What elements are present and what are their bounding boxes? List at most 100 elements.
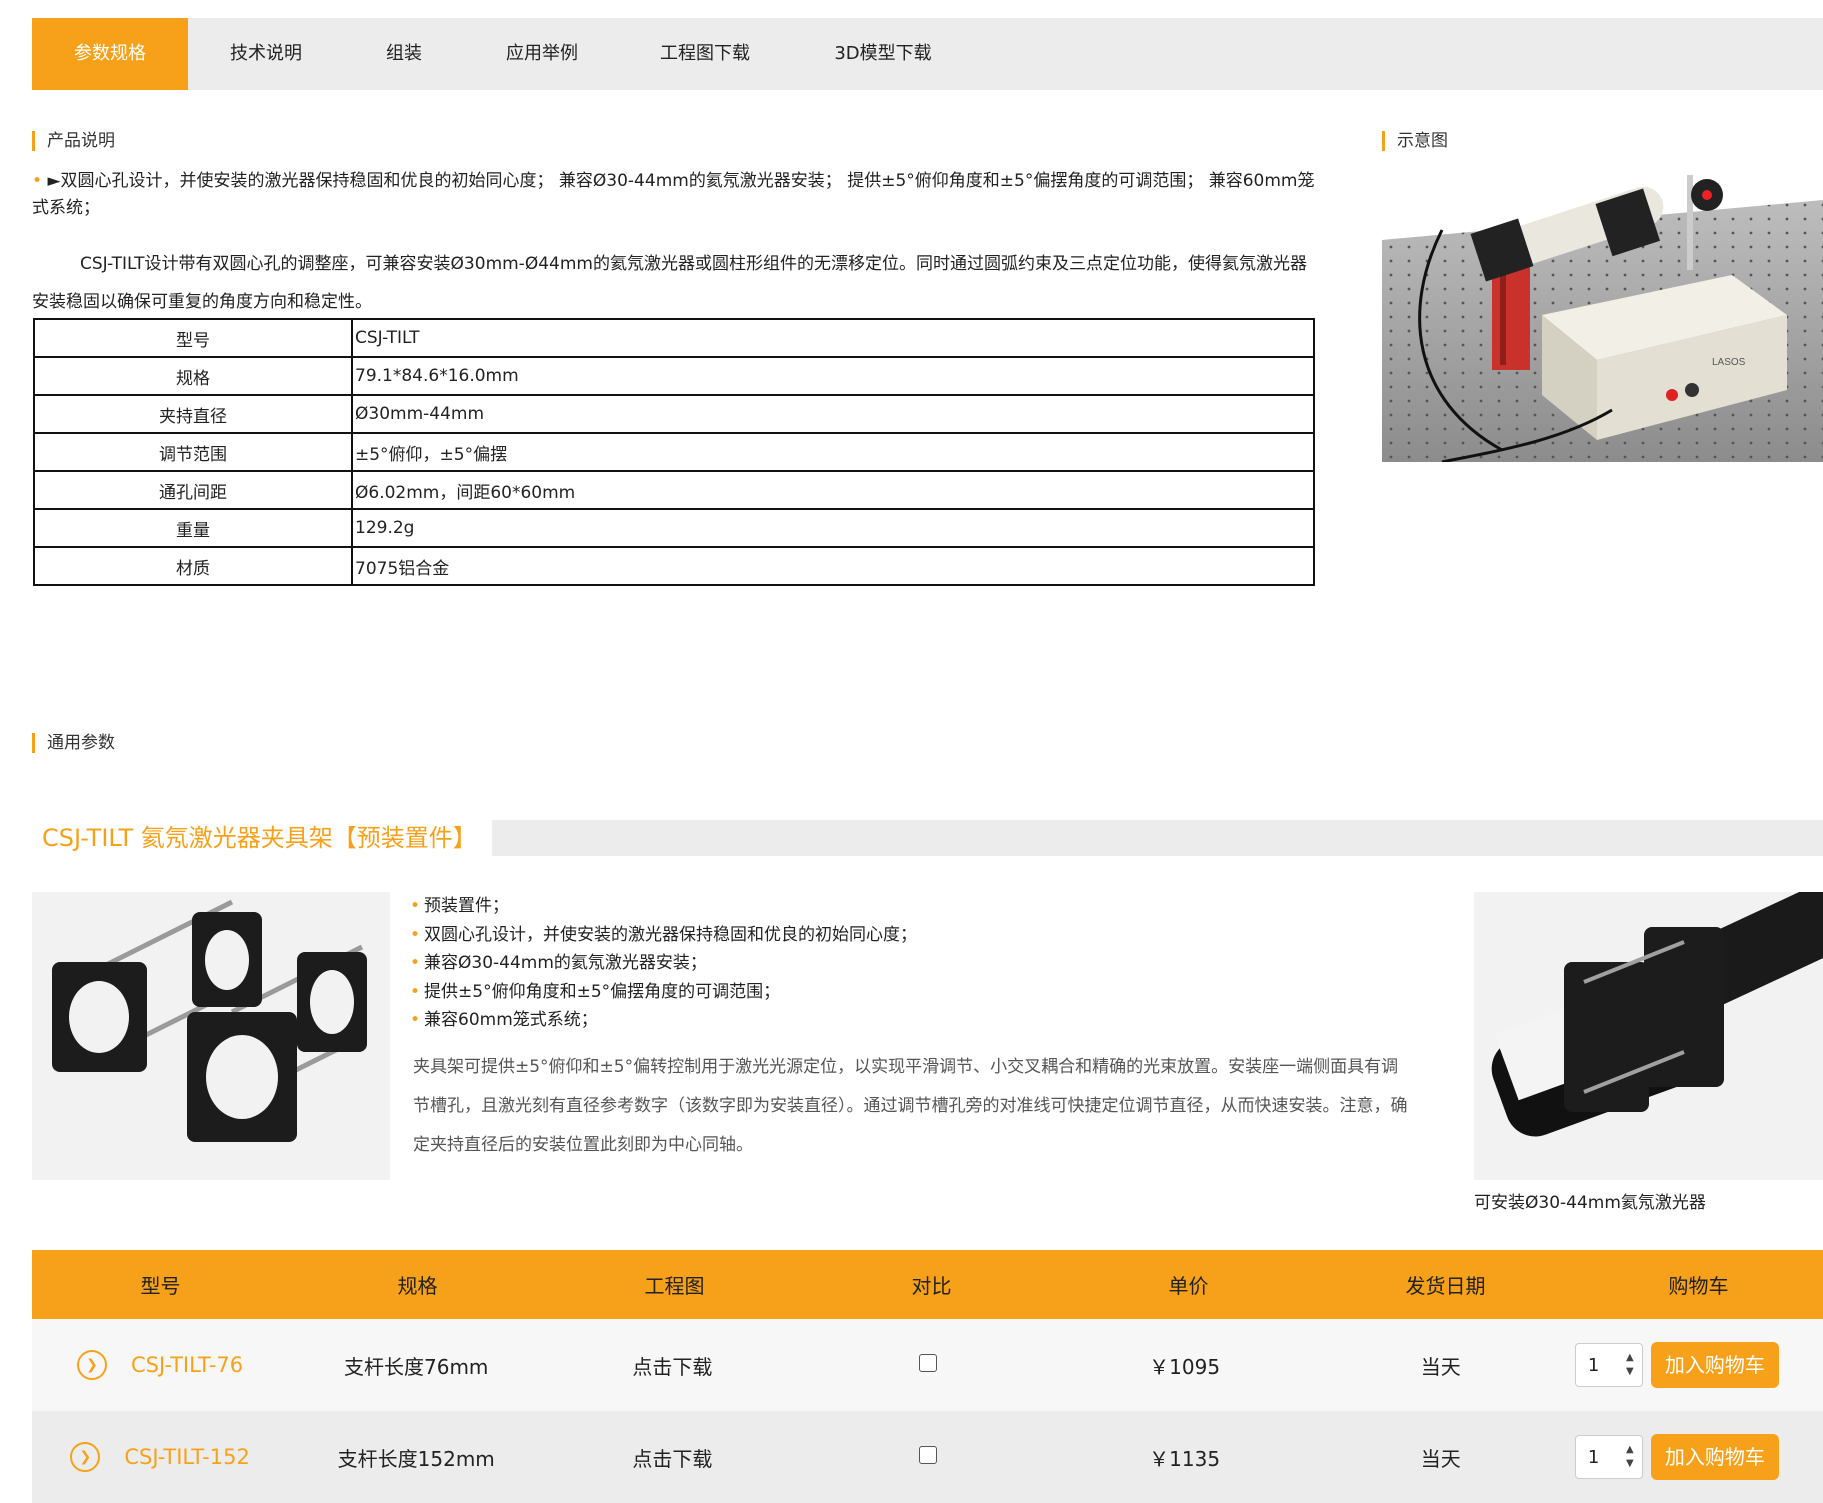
- header-drawing: 工程图: [644, 1274, 705, 1298]
- quantity-stepper[interactable]: 1 ▲ ▼: [1574, 1343, 1643, 1387]
- product-paragraph: 夹具架可提供±5°俯仰和±5°偏转控制用于激光光源定位，以实现平滑调节、小交叉耦…: [413, 1057, 1408, 1155]
- spec-row: 调节范围 ±5°俯仰，±5°偏摆: [33, 432, 1315, 472]
- feature-text: 兼容Ø30-44mm的氦氖激光器安装；: [424, 953, 707, 973]
- bullet-dot: •: [32, 171, 43, 191]
- spec-value: 7075铝合金: [351, 546, 1315, 586]
- table-header: 型号 规格 工程图 对比 单价 发货日期 购物车: [32, 1250, 1823, 1319]
- spec-table: 型号 CSJ-TILT 规格 79.1*84.6*16.0mm 夹持直径 Ø30mm-…: [33, 318, 1315, 586]
- spec-row: 型号 CSJ-TILT: [33, 318, 1315, 358]
- header-model: 型号: [140, 1274, 181, 1298]
- table-row: ❯ CSJ-TILT-76 支杆长度76mm 点击下载 ￥1095 当天 1 ▲…: [32, 1319, 1823, 1411]
- cart-cell: 1 ▲ ▼ 加入购物车: [1569, 1342, 1823, 1388]
- spec-value: Ø30mm-44mm: [351, 394, 1315, 434]
- tab-bar: 参数规格 技术说明 组装 应用举例 工程图下载 3D模型下载: [32, 18, 1823, 90]
- spec-value: 79.1*84.6*16.0mm: [351, 356, 1315, 396]
- spec-key: 调节范围: [33, 432, 353, 472]
- tab-examples[interactable]: 应用举例: [464, 18, 620, 90]
- spec-key: 夹持直径: [33, 394, 353, 434]
- product-title: CSJ-TILT 氦氖激光器夹具架【预装置件】: [42, 820, 491, 856]
- compare-cell: [800, 1445, 1056, 1469]
- feature-item: • 提供±5°俯仰角度和±5°偏摆角度的可调范围；: [410, 978, 917, 1007]
- up-down-arrows-icon[interactable]: ▲ ▼: [1622, 1351, 1638, 1379]
- bullet-dot: •: [410, 924, 421, 945]
- compare-checkbox[interactable]: [919, 1354, 938, 1372]
- header-price: 单价: [1168, 1274, 1209, 1298]
- price-cell: ￥1095: [1149, 1354, 1221, 1379]
- cart-cell: 1 ▲ ▼ 加入购物车: [1569, 1434, 1823, 1480]
- price-cell: ￥1135: [1149, 1446, 1221, 1471]
- bullet-dot: •: [410, 953, 421, 973]
- header-compare: 对比: [911, 1274, 952, 1298]
- product-image-holders: [32, 892, 390, 1180]
- tab-technical[interactable]: 技术说明: [188, 18, 344, 90]
- laser-setup-image: LASOS: [1382, 170, 1823, 462]
- feature-text: 提供±5°俯仰角度和±5°偏摆角度的可调范围；: [424, 981, 781, 1002]
- spec-cell: 支杆长度152mm: [337, 1446, 495, 1471]
- header-cart: 购物车: [1668, 1274, 1729, 1298]
- ship-date-cell: 当天: [1420, 1354, 1461, 1379]
- quantity-value: 1: [1587, 1446, 1600, 1468]
- drawing-download-link[interactable]: 点击下载: [544, 1351, 800, 1380]
- feature-text: 双圆心孔设计，并使安装的激光器保持稳固和优良的初始同心度；: [424, 924, 918, 945]
- product-desc-paragraph: CSJ-TILT设计带有双圆心孔的调整座，可兼容安装Ø30mm-Ø44mm的氦氖…: [32, 254, 1307, 312]
- holder-pair-image: [32, 892, 390, 1180]
- laser-caption: 可安装Ø30-44mm氦氖激光器: [1474, 1193, 1706, 1213]
- tab-parameters[interactable]: 参数规格: [32, 18, 188, 90]
- spec-value: CSJ-TILT: [351, 318, 1315, 358]
- quantity-value: 1: [1587, 1354, 1600, 1376]
- product-image-mounted-laser: [1474, 892, 1823, 1180]
- section-heading-general: 通用参数: [32, 733, 115, 753]
- spec-key: 型号: [33, 318, 353, 358]
- model-cell: ❯ CSJ-TILT-152: [32, 1442, 288, 1472]
- header-ship-date: 发货日期: [1405, 1274, 1486, 1298]
- spec-row: 材质 7075铝合金: [33, 546, 1315, 586]
- bullet-dot: •: [410, 981, 421, 1002]
- spec-key: 规格: [33, 356, 353, 396]
- spec-key: 通孔间距: [33, 470, 353, 510]
- model-cell: ❯ CSJ-TILT-76: [32, 1350, 288, 1380]
- spec-key: 材质: [33, 546, 353, 586]
- spec-cell: 支杆长度76mm: [344, 1354, 489, 1379]
- drawing-download-link[interactable]: 点击下载: [544, 1443, 800, 1472]
- feature-item: • 双圆心孔设计，并使安装的激光器保持稳固和优良的初始同心度；: [410, 921, 917, 950]
- spec-value: ±5°俯仰，±5°偏摆: [351, 432, 1315, 472]
- quantity-stepper[interactable]: 1 ▲ ▼: [1574, 1435, 1643, 1479]
- add-to-cart-button[interactable]: 加入购物车: [1650, 1342, 1779, 1388]
- ship-date-cell: 当天: [1420, 1446, 1461, 1471]
- product-title-bar: CSJ-TILT 氦氖激光器夹具架【预装置件】: [32, 820, 1823, 856]
- illustration-photo: LASOS: [1382, 170, 1823, 462]
- feature-item: • 预装置件；: [410, 892, 917, 921]
- spec-row: 重量 129.2g: [33, 508, 1315, 548]
- product-desc-text: ►双圆心孔设计，并使安装的激光器保持稳固和优良的初始同心度； 兼容Ø30-44m…: [32, 171, 1315, 218]
- feature-item: • 兼容60mm笼式系统；: [410, 1006, 917, 1035]
- table-row: ❯ CSJ-TILT-152 支杆长度152mm 点击下载 ￥1135 当天 1…: [32, 1411, 1823, 1503]
- spec-value: 129.2g: [351, 508, 1315, 548]
- tab-assembly[interactable]: 组装: [344, 18, 464, 90]
- add-to-cart-button[interactable]: 加入购物车: [1650, 1434, 1779, 1480]
- feature-text: 兼容60mm笼式系统；: [424, 1010, 598, 1030]
- header-spec: 规格: [397, 1274, 438, 1298]
- model-link[interactable]: CSJ-TILT-152: [124, 1445, 249, 1469]
- spec-row: 通孔间距 Ø6.02mm，间距60*60mm: [33, 470, 1315, 510]
- chevron-right-circle-icon[interactable]: ❯: [77, 1350, 107, 1380]
- spec-row: 规格 79.1*84.6*16.0mm: [33, 356, 1315, 396]
- spec-row: 夹持直径 Ø30mm-44mm: [33, 394, 1315, 434]
- product-desc-line: • ►双圆心孔设计，并使安装的激光器保持稳固和优良的初始同心度； 兼容Ø30-4…: [32, 168, 1322, 222]
- chevron-right-circle-icon[interactable]: ❯: [70, 1442, 101, 1472]
- tab-drawings[interactable]: 工程图下载: [620, 18, 790, 90]
- section-heading-product-desc: 产品说明: [32, 131, 115, 151]
- compare-checkbox[interactable]: [919, 1446, 938, 1464]
- spec-value: Ø6.02mm，间距60*60mm: [351, 470, 1315, 510]
- section-heading-illustration: 示意图: [1382, 131, 1448, 151]
- up-down-arrows-icon[interactable]: ▲ ▼: [1622, 1443, 1638, 1471]
- compare-cell: [800, 1353, 1056, 1377]
- device-label: LASOS: [1712, 357, 1746, 368]
- mounted-laser-image: [1474, 892, 1823, 1180]
- model-link[interactable]: CSJ-TILT-76: [131, 1353, 243, 1377]
- title-bar-bg: [492, 820, 1823, 856]
- spec-key: 重量: [33, 508, 353, 548]
- bullet-dot: •: [410, 1010, 421, 1030]
- bullet-dot: •: [410, 896, 421, 916]
- feature-item: • 兼容Ø30-44mm的氦氖激光器安装；: [410, 949, 917, 978]
- tab-3d-model[interactable]: 3D模型下载: [790, 18, 976, 90]
